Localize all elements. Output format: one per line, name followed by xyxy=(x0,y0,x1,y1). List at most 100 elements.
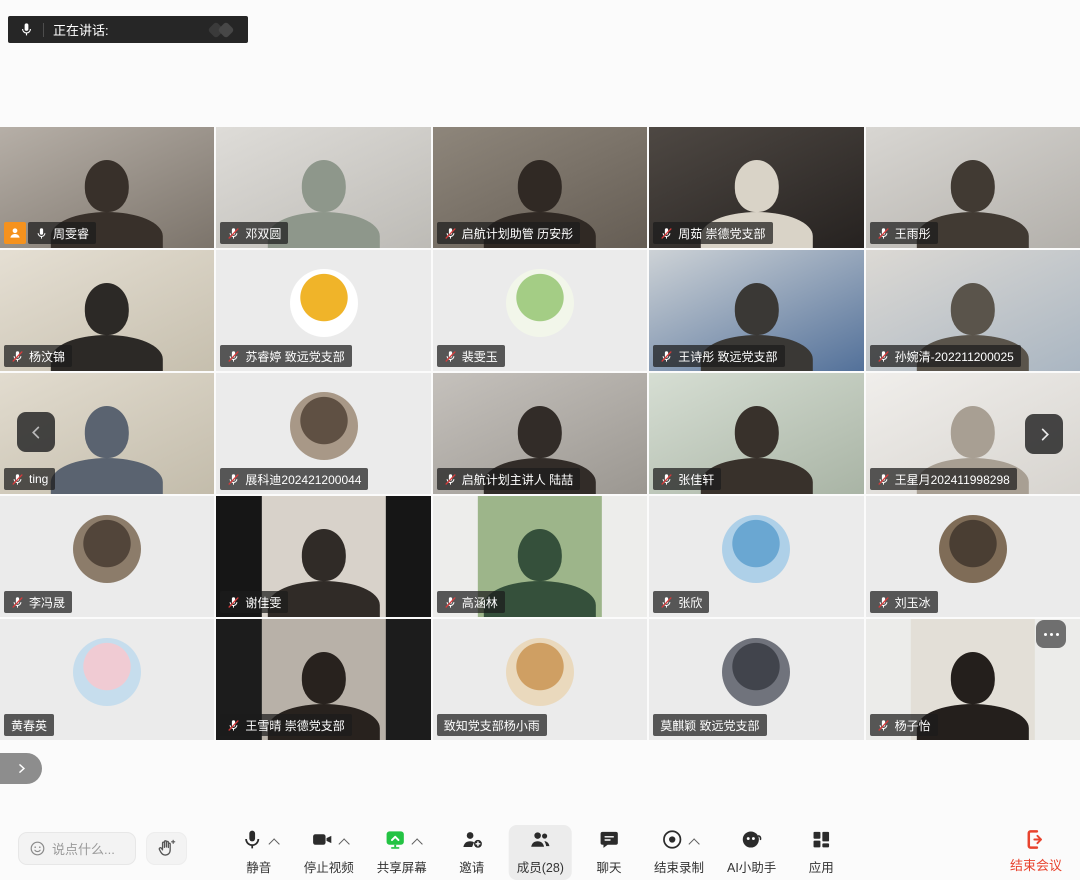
expand-panel-button[interactable] xyxy=(0,753,42,784)
chat-message-input[interactable]: 说点什么... xyxy=(18,832,136,865)
participant-name: 杨汶锦 xyxy=(29,348,65,365)
participant-tile[interactable]: 刘玉冰 xyxy=(866,496,1080,617)
participant-name-label: 王星月202411998298 xyxy=(870,468,1017,490)
participant-avatar xyxy=(506,638,574,706)
chevron-up-icon[interactable] xyxy=(338,838,349,849)
participant-label-row: 苏睿婷 致远党支部 xyxy=(220,345,351,367)
mic-status-icon xyxy=(11,596,24,609)
participant-name-label: 展科迪202421200044 xyxy=(220,468,368,490)
mic-status-icon xyxy=(227,719,240,732)
participant-label-row: 展科迪202421200044 xyxy=(220,468,368,490)
toolbar-button-label: 成员(28) xyxy=(517,857,564,876)
more-options-button[interactable] xyxy=(1036,620,1066,648)
toolbar-button-label: 共享屏幕 xyxy=(377,857,427,876)
participant-avatar xyxy=(939,515,1007,583)
participant-tile[interactable]: 张佳轩 xyxy=(649,373,863,494)
participant-name-label: 裴雯玉 xyxy=(437,345,505,367)
participant-tile[interactable]: 启航计划助管 历安彤 xyxy=(433,127,647,248)
participant-name-label: 张佳轩 xyxy=(653,468,721,490)
mic-status-icon xyxy=(227,596,240,609)
toolbar-button-chat[interactable]: 聊天 xyxy=(579,825,639,880)
participant-tile[interactable]: 李冯晟 xyxy=(0,496,214,617)
participant-tile[interactable]: 高涵林 xyxy=(433,496,647,617)
participant-tile[interactable]: 周茹 崇德党支部 xyxy=(649,127,863,248)
participant-name-label: 杨子怡 xyxy=(870,714,938,736)
meeting-app-logo-icon xyxy=(208,21,238,39)
participant-avatar xyxy=(722,515,790,583)
participant-tile[interactable]: 邓双圆 xyxy=(216,127,430,248)
participant-name: 裴雯玉 xyxy=(462,348,498,365)
chevron-up-icon[interactable] xyxy=(689,838,700,849)
share-screen-icon xyxy=(384,828,407,856)
previous-page-button[interactable] xyxy=(17,412,55,452)
toolbar-button-members[interactable]: 成员(28) xyxy=(509,825,572,880)
chat-icon xyxy=(597,828,620,856)
participant-tile[interactable]: 裴雯玉 xyxy=(433,250,647,371)
participant-avatar xyxy=(290,269,358,337)
toolbar-button-camera[interactable]: 停止视频 xyxy=(296,825,362,880)
participant-tile[interactable]: 谢佳雯 xyxy=(216,496,430,617)
participant-name: 谢佳雯 xyxy=(245,594,281,611)
participant-tile[interactable]: 莫麒颖 致远党支部 xyxy=(649,619,863,740)
participant-label-row: 邓双圆 xyxy=(220,222,288,244)
participant-tile[interactable]: 致知党支部杨小雨 xyxy=(433,619,647,740)
participant-name: 启航计划助管 历安彤 xyxy=(462,225,573,242)
toolbar-button-mic[interactable]: 静音 xyxy=(229,825,289,880)
toolbar-button-label: 结束录制 xyxy=(654,857,704,876)
participant-tile[interactable]: 孙婉清-202211200025 xyxy=(866,250,1080,371)
mic-status-icon xyxy=(444,473,457,486)
participant-label-row: 王星月202411998298 xyxy=(870,468,1017,490)
end-meeting-button[interactable]: 结束会议 xyxy=(1010,827,1062,874)
participant-name-label: 莫麒颖 致远党支部 xyxy=(653,714,766,736)
participant-name-label: ting xyxy=(4,468,55,490)
toolbar-button-label: 静音 xyxy=(246,857,271,876)
apps-icon xyxy=(810,828,833,856)
participant-tile[interactable]: 黄春英 xyxy=(0,619,214,740)
participant-name-label: 孙婉清-202211200025 xyxy=(870,345,1021,367)
participant-label-row: 杨子怡 xyxy=(870,714,938,736)
participant-tile[interactable]: 王雪晴 崇德党支部 xyxy=(216,619,430,740)
chevron-up-icon[interactable] xyxy=(268,838,279,849)
chevron-up-icon[interactable] xyxy=(411,838,422,849)
participant-tile[interactable]: 周雯睿 xyxy=(0,127,214,248)
participant-tile[interactable]: 杨汶锦 xyxy=(0,250,214,371)
participant-label-row: 杨汶锦 xyxy=(4,345,72,367)
leave-icon xyxy=(1024,827,1047,852)
toolbar-button-apps[interactable]: 应用 xyxy=(791,825,851,880)
mic-status-icon xyxy=(660,227,673,240)
toolbar-button-invite[interactable]: 邀请 xyxy=(442,825,502,880)
mic-status-icon xyxy=(877,596,890,609)
toolbar-center-buttons: 静音 停止视频 共享屏幕 邀请 成员(28) 聊天 xyxy=(229,825,852,880)
participant-name: 高涵林 xyxy=(462,594,498,611)
participant-name-label: 致知党支部杨小雨 xyxy=(437,714,547,736)
raise-hand-button[interactable] xyxy=(146,832,187,865)
participant-name-label: 谢佳雯 xyxy=(220,591,288,613)
participant-name: 莫麒颖 致远党支部 xyxy=(660,717,759,734)
participant-name-label: 邓双圆 xyxy=(220,222,288,244)
toolbar-button-share-screen[interactable]: 共享屏幕 xyxy=(369,825,435,880)
toolbar-button-ai-assistant[interactable]: AI小助手 xyxy=(719,825,784,880)
participant-tile[interactable]: 启航计划主讲人 陆喆 xyxy=(433,373,647,494)
participant-name-label: 周雯睿 xyxy=(28,222,96,244)
participant-label-row: 王雪晴 崇德党支部 xyxy=(220,714,351,736)
participant-tile[interactable]: 展科迪202421200044 xyxy=(216,373,430,494)
chat-input-placeholder: 说点什么... xyxy=(52,839,115,858)
toolbar-button-record[interactable]: 结束录制 xyxy=(646,825,712,880)
mic-status-icon xyxy=(877,473,890,486)
next-page-button[interactable] xyxy=(1025,414,1063,454)
mic-status-icon xyxy=(227,473,240,486)
participant-tile[interactable]: 苏睿婷 致远党支部 xyxy=(216,250,430,371)
participant-tile[interactable]: 王雨彤 xyxy=(866,127,1080,248)
video-grid: 周雯睿 邓双圆 xyxy=(0,127,1080,740)
participant-tile[interactable]: 张欣 xyxy=(649,496,863,617)
participant-name: 杨子怡 xyxy=(895,717,931,734)
toolbar-button-label: AI小助手 xyxy=(727,857,776,876)
participant-tile[interactable]: 王诗彤 致远党支部 xyxy=(649,250,863,371)
divider xyxy=(43,23,44,37)
participant-name: 王诗彤 致远党支部 xyxy=(678,348,777,365)
end-meeting-label: 结束会议 xyxy=(1010,855,1062,874)
participant-name: ting xyxy=(29,472,48,486)
participant-label-row: 致知党支部杨小雨 xyxy=(437,714,547,736)
participant-label-row: 谢佳雯 xyxy=(220,591,288,613)
participant-avatar xyxy=(506,269,574,337)
